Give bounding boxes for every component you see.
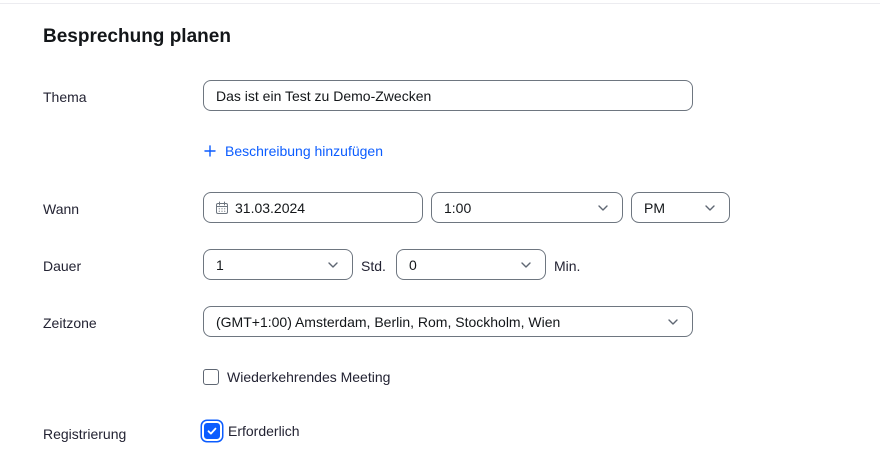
duration-minutes-select[interactable]: 0 [396, 249, 546, 280]
page-title: Besprechung planen [43, 26, 231, 47]
date-picker[interactable]: 31.03.2024 [203, 192, 423, 223]
chevron-down-icon [666, 315, 680, 329]
recurring-meeting-label: Wiederkehrendes Meeting [227, 369, 391, 385]
recurring-meeting-checkbox[interactable] [203, 369, 219, 385]
timezone-select[interactable]: (GMT+1:00) Amsterdam, Berlin, Rom, Stock… [203, 306, 693, 337]
duration-hours-select[interactable]: 1 [203, 249, 353, 280]
schedule-meeting-page: Besprechung planen Thema Das ist ein Tes… [0, 0, 880, 475]
registration-required-label: Erforderlich [228, 423, 300, 439]
registration-required-checkbox[interactable] [204, 423, 220, 439]
date-value: 31.03.2024 [235, 199, 306, 216]
ampm-value: PM [644, 199, 665, 216]
ampm-select[interactable]: PM [631, 192, 730, 223]
checkmark-icon [207, 427, 217, 435]
duration-minutes-value: 0 [409, 256, 417, 273]
registration-label: Registrierung [43, 426, 127, 442]
time-select[interactable]: 1:00 [431, 192, 623, 223]
topic-label: Thema [43, 89, 87, 105]
calendar-icon [215, 201, 229, 215]
when-label: Wann [43, 201, 80, 217]
top-divider [0, 3, 880, 4]
duration-label: Dauer [43, 258, 82, 274]
chevron-down-icon [326, 258, 340, 272]
time-value: 1:00 [444, 199, 472, 216]
add-description-link[interactable]: Beschreibung hinzufügen [203, 143, 383, 159]
duration-hours-value: 1 [216, 256, 224, 273]
plus-icon [203, 144, 217, 158]
timezone-value: (GMT+1:00) Amsterdam, Berlin, Rom, Stock… [216, 313, 561, 330]
chevron-down-icon [519, 258, 533, 272]
recurring-meeting-option[interactable]: Wiederkehrendes Meeting [203, 369, 390, 385]
topic-input-value: Das ist ein Test zu Demo-Zwecken [216, 87, 432, 104]
chevron-down-icon [703, 201, 717, 215]
topic-input[interactable]: Das ist ein Test zu Demo-Zwecken [203, 80, 693, 111]
chevron-down-icon [596, 201, 610, 215]
registration-required-option[interactable]: Erforderlich [203, 423, 300, 439]
add-description-label: Beschreibung hinzufügen [225, 143, 384, 159]
hours-unit-label: Std. [361, 258, 386, 274]
minutes-unit-label: Min. [554, 258, 581, 274]
timezone-label: Zeitzone [43, 315, 97, 331]
